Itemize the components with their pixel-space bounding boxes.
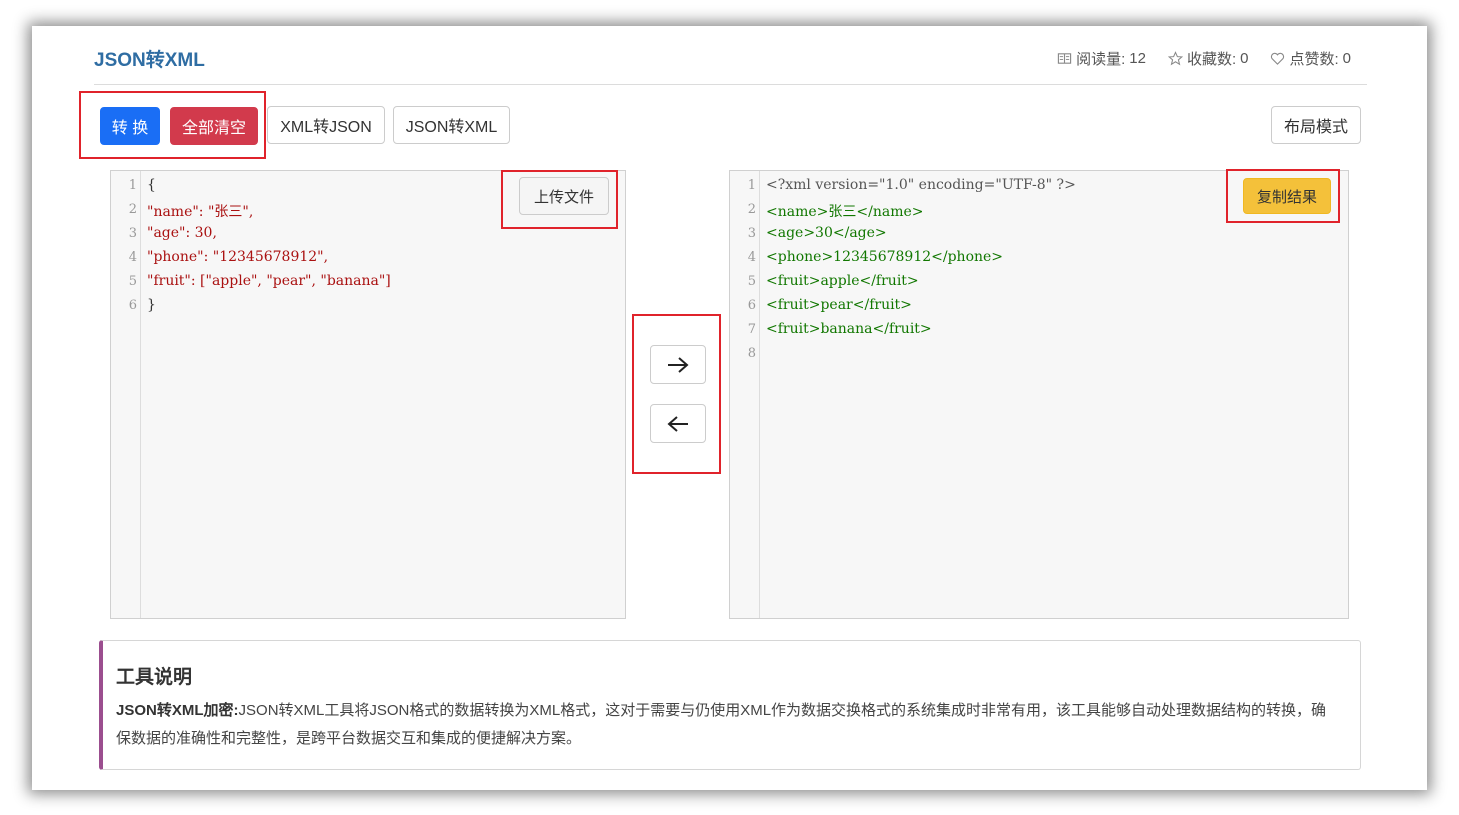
line-number: 2	[747, 202, 756, 217]
description-body: JSON转XML加密:JSON转XML工具将JSON格式的数据转换为XML格式，…	[116, 697, 1340, 753]
arrow-left-icon	[667, 415, 688, 432]
convert-right-button[interactable]	[650, 345, 706, 384]
description-text: JSON转XML工具将JSON格式的数据转换为XML格式，这对于需要与仍使用XM…	[116, 702, 1327, 747]
heart-icon	[1271, 52, 1285, 65]
line-number: 3	[747, 226, 756, 241]
line-number: 8	[747, 346, 756, 361]
stats-bar: 阅读量: 12 收藏数: 0 点赞数: 0	[1057, 48, 1351, 69]
code-line: "age": 30,	[147, 225, 217, 241]
code-line: "name": "张三",	[147, 204, 254, 220]
book-icon	[1057, 53, 1072, 64]
copy-result-button[interactable]: 复制结果	[1243, 178, 1331, 214]
stat-likes-value: 0	[1342, 50, 1351, 67]
stat-likes[interactable]: 点赞数: 0	[1270, 48, 1351, 69]
code-line: {	[147, 177, 156, 193]
code-line: <fruit>pear</fruit>	[766, 297, 912, 313]
arrow-right-icon	[668, 356, 689, 373]
code-line: <fruit>apple</fruit>	[766, 273, 919, 289]
star-icon	[1167, 51, 1183, 66]
convert-button[interactable]: 转 换	[100, 107, 160, 145]
line-number: 4	[747, 250, 756, 265]
code-line: <name>张三</name>	[766, 204, 924, 220]
upload-file-button[interactable]: 上传文件	[519, 177, 609, 215]
stat-favorites-label: 收藏数:	[1186, 51, 1237, 68]
line-number: 1	[128, 178, 137, 193]
page-title: JSON转XML	[94, 50, 205, 71]
stat-favorites-value: 0	[1240, 50, 1249, 67]
stat-favorites[interactable]: 收藏数: 0	[1167, 48, 1249, 69]
code-line: "phone": "12345678912",	[147, 249, 329, 265]
stat-reads: 阅读量: 12	[1057, 48, 1146, 69]
line-number: 1	[747, 178, 756, 193]
convert-left-button[interactable]	[650, 404, 706, 443]
layout-mode-button[interactable]: 布局模式	[1271, 106, 1361, 144]
description-title: 工具说明	[116, 667, 193, 688]
line-number: 7	[747, 322, 756, 337]
line-number: 3	[128, 226, 137, 241]
json-to-xml-button[interactable]: JSON转XML	[393, 106, 510, 144]
xml-to-json-button[interactable]: XML转JSON	[267, 106, 385, 144]
code-line: <age>30</age>	[766, 225, 887, 241]
xml-output-editor[interactable]: 1 2 3 4 5 6 7 8 <?xml version="1.0" enco…	[729, 170, 1349, 619]
json-input-editor[interactable]: 1 2 3 4 5 6 { "name": "张三", "age": 30, "…	[110, 170, 626, 619]
line-number: 6	[128, 298, 137, 313]
line-number: 6	[747, 298, 756, 313]
tool-description-panel: 工具说明 JSON转XML加密:JSON转XML工具将JSON格式的数据转换为X…	[99, 640, 1361, 770]
stat-reads-label: 阅读量:	[1076, 51, 1126, 68]
code-line: }	[147, 297, 156, 313]
line-number: 2	[128, 202, 137, 217]
description-lead: JSON转XML加密:	[116, 702, 239, 719]
line-number: 5	[747, 274, 756, 289]
stat-reads-value: 12	[1129, 50, 1146, 67]
code-line: <fruit>banana</fruit>	[766, 321, 932, 337]
line-number: 4	[128, 250, 137, 265]
stat-likes-label: 点赞数:	[1289, 51, 1339, 68]
code-line: "fruit": ["apple", "pear", "banana"]	[147, 273, 391, 289]
code-line: <phone>12345678912</phone>	[766, 249, 1004, 265]
page-header: JSON转XML 阅读量: 12 收藏数: 0 点赞数: 0	[94, 38, 1367, 85]
line-number: 5	[128, 274, 137, 289]
code-line: <?xml version="1.0" encoding="UTF-8" ?>	[766, 177, 1076, 193]
clear-all-button[interactable]: 全部清空	[170, 107, 258, 145]
